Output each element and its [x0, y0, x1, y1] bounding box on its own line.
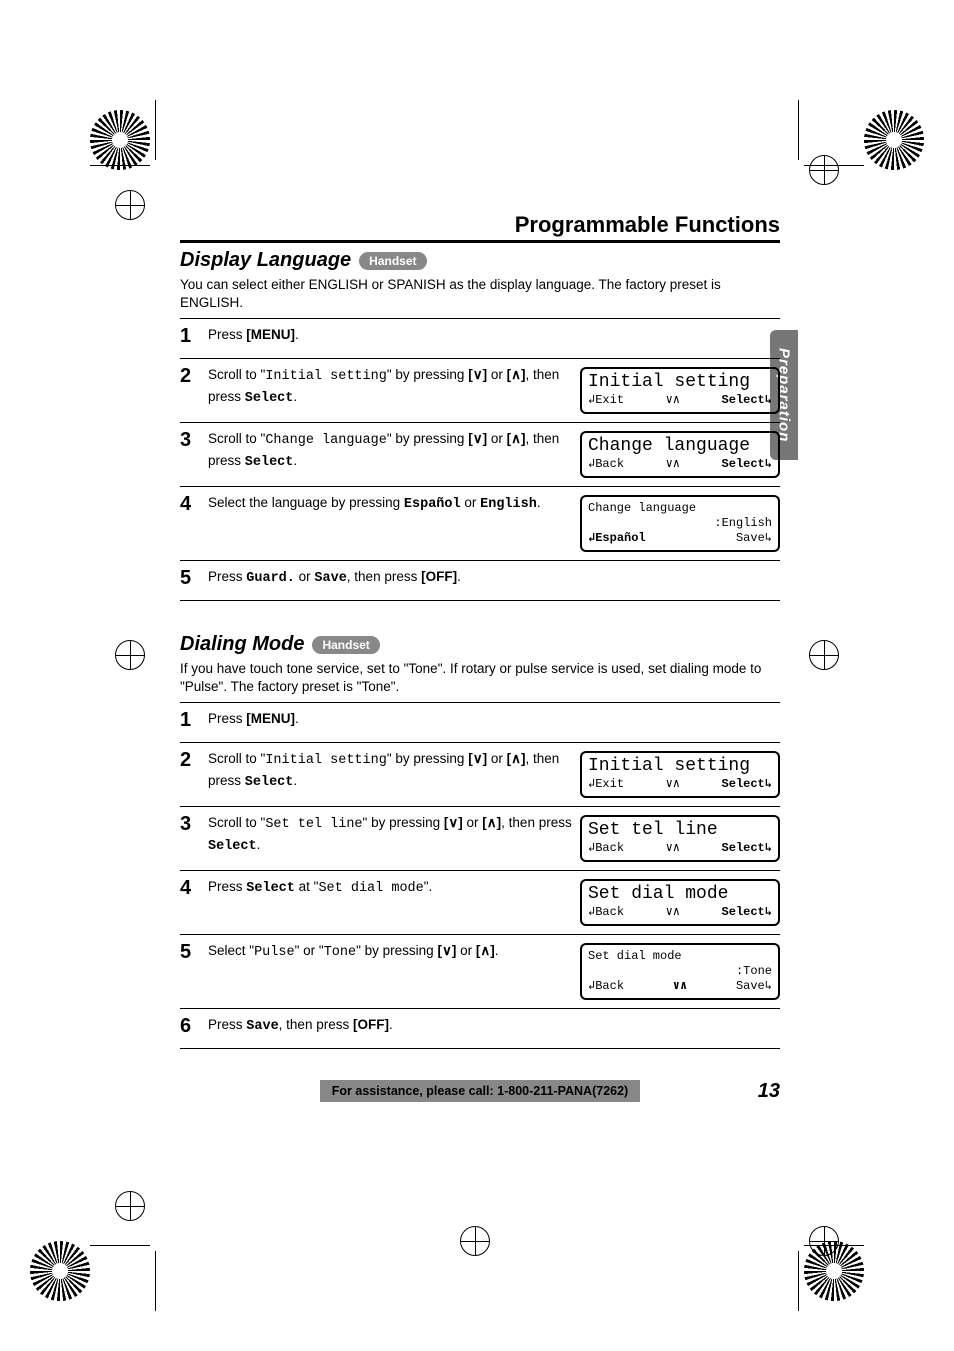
registration-mark-icon — [115, 640, 145, 670]
step-text: Scroll to "Set tel line" by pressing [∨]… — [208, 813, 580, 856]
steps-list: 1 Press [MENU]. 2 Scroll to "Initial set… — [180, 702, 780, 1048]
crop-mark — [155, 1251, 156, 1311]
down-arrow-icon: ∨ — [448, 815, 458, 830]
lcd-line: ↲Back ∨∧ Save↳ — [588, 979, 772, 994]
down-arrow-icon: ∨ — [442, 943, 452, 958]
lcd-display: Initial setting ↲Exit ∨∧ Select↳ — [580, 751, 780, 798]
steps-list: 1 Press [MENU]. 2 Scroll to "Initial set… — [180, 318, 780, 601]
page-footer: For assistance, please call: 1-800-211-P… — [180, 1080, 780, 1102]
step-number: 1 — [180, 709, 208, 731]
crop-mark — [155, 100, 156, 160]
step-text: Press Save, then press [OFF]. — [208, 1015, 780, 1037]
lcd-display: Change language ↲Back ∨∧ Select↳ — [580, 431, 780, 478]
step-row: 5 Select "Pulse" or "Tone" by pressing [… — [180, 935, 780, 1009]
lcd-line: ↲Exit ∨∧ Select↳ — [588, 777, 772, 792]
step-row: 1 Press [MENU]. — [180, 703, 780, 743]
lcd-line: Change language — [588, 501, 772, 516]
lcd-line: :Tone — [588, 964, 772, 979]
lcd-line: ↲Back ∨∧ Select↳ — [588, 905, 772, 920]
step-row: 1 Press [MENU]. — [180, 319, 780, 359]
up-arrow-icon: ∧ — [511, 431, 521, 446]
down-arrow-icon: ∨ — [473, 431, 483, 446]
page-header: Programmable Functions — [180, 210, 780, 243]
page-number: 13 — [758, 1080, 780, 1103]
registration-mark-icon — [115, 1191, 145, 1221]
step-row: 4 Press Select at "Set dial mode". Set d… — [180, 871, 780, 935]
section-intro: If you have touch tone service, set to "… — [180, 660, 780, 696]
lcd-display: Set dial mode :Tone ↲Back ∨∧ Save↳ — [580, 943, 780, 1000]
crop-mark — [90, 165, 150, 166]
lcd-line: Set dial mode — [588, 885, 772, 905]
registration-mark-icon — [115, 190, 145, 220]
lcd-line: ↲Back ∨∧ Select↳ — [588, 457, 772, 472]
step-number: 5 — [180, 567, 208, 589]
section-heading: Display Language — [180, 249, 351, 272]
step-number: 4 — [180, 493, 208, 515]
up-arrow-icon: ∧ — [487, 815, 497, 830]
step-row: 3 Scroll to "Set tel line" by pressing [… — [180, 807, 780, 871]
lcd-line: ↲Back ∨∧ Select↳ — [588, 841, 772, 856]
lcd-line: Change language — [588, 437, 772, 457]
up-arrow-icon: ∧ — [480, 943, 490, 958]
lcd-line: :English — [588, 516, 772, 531]
lcd-line: ↲Exit ∨∧ Select↳ — [588, 393, 772, 408]
step-text: Press [MENU]. — [208, 325, 780, 345]
step-number: 2 — [180, 749, 208, 771]
print-sunburst-icon — [864, 110, 924, 170]
step-number: 1 — [180, 325, 208, 347]
crop-mark — [798, 1251, 799, 1311]
step-number: 5 — [180, 941, 208, 963]
step-row: 2 Scroll to "Initial setting" by pressin… — [180, 743, 780, 807]
up-arrow-icon: ∧ — [511, 367, 521, 382]
section-heading: Dialing Mode — [180, 633, 304, 656]
lcd-line: Initial setting — [588, 757, 772, 777]
handset-badge: Handset — [359, 252, 426, 270]
lcd-display: Set tel line ↲Back ∨∧ Select↳ — [580, 815, 780, 862]
crop-mark — [798, 100, 799, 160]
lcd-line: Set tel line — [588, 821, 772, 841]
step-text: Select "Pulse" or "Tone" by pressing [∨]… — [208, 941, 580, 963]
registration-mark-icon — [809, 155, 839, 185]
step-text: Press Select at "Set dial mode". — [208, 877, 580, 899]
step-text: Press Guard. or Save, then press [OFF]. — [208, 567, 780, 589]
lcd-line: ↲Español Save↳ — [588, 531, 772, 546]
step-text: Scroll to "Change language" by pressing … — [208, 429, 580, 472]
step-text: Press [MENU]. — [208, 709, 780, 729]
up-arrow-icon: ∧ — [511, 751, 521, 766]
handset-badge: Handset — [312, 636, 379, 654]
lcd-display: Set dial mode ↲Back ∨∧ Select↳ — [580, 879, 780, 926]
crop-mark — [804, 165, 864, 166]
step-row: 6 Press Save, then press [OFF]. — [180, 1009, 780, 1049]
step-text: Scroll to "Initial setting" by pressing … — [208, 365, 580, 408]
section-intro: You can select either ENGLISH or SPANISH… — [180, 276, 780, 312]
step-number: 3 — [180, 813, 208, 835]
crop-mark — [90, 1245, 150, 1246]
page-title: Programmable Functions — [515, 210, 780, 240]
print-sunburst-icon — [90, 110, 150, 170]
down-arrow-icon: ∨ — [473, 367, 483, 382]
lcd-display: Change language :English ↲Español Save↳ — [580, 495, 780, 552]
registration-mark-icon — [809, 640, 839, 670]
lcd-line: Initial setting — [588, 373, 772, 393]
step-text: Scroll to "Initial setting" by pressing … — [208, 749, 580, 792]
step-row: 3 Scroll to "Change language" by pressin… — [180, 423, 780, 487]
lcd-display: Initial setting ↲Exit ∨∧ Select↳ — [580, 367, 780, 414]
registration-mark-icon — [460, 1226, 490, 1256]
step-number: 3 — [180, 429, 208, 451]
assistance-box: For assistance, please call: 1-800-211-P… — [320, 1080, 640, 1102]
step-number: 6 — [180, 1015, 208, 1037]
print-sunburst-icon — [30, 1241, 90, 1301]
lcd-line: Set dial mode — [588, 949, 772, 964]
step-number: 4 — [180, 877, 208, 899]
step-text: Select the language by pressing Español … — [208, 493, 580, 515]
crop-mark — [804, 1245, 864, 1246]
down-arrow-icon: ∨ — [473, 751, 483, 766]
step-row: 4 Select the language by pressing Españo… — [180, 487, 780, 561]
step-row: 2 Scroll to "Initial setting" by pressin… — [180, 359, 780, 423]
step-row: 5 Press Guard. or Save, then press [OFF]… — [180, 561, 780, 601]
step-number: 2 — [180, 365, 208, 387]
registration-mark-icon — [809, 1226, 839, 1256]
